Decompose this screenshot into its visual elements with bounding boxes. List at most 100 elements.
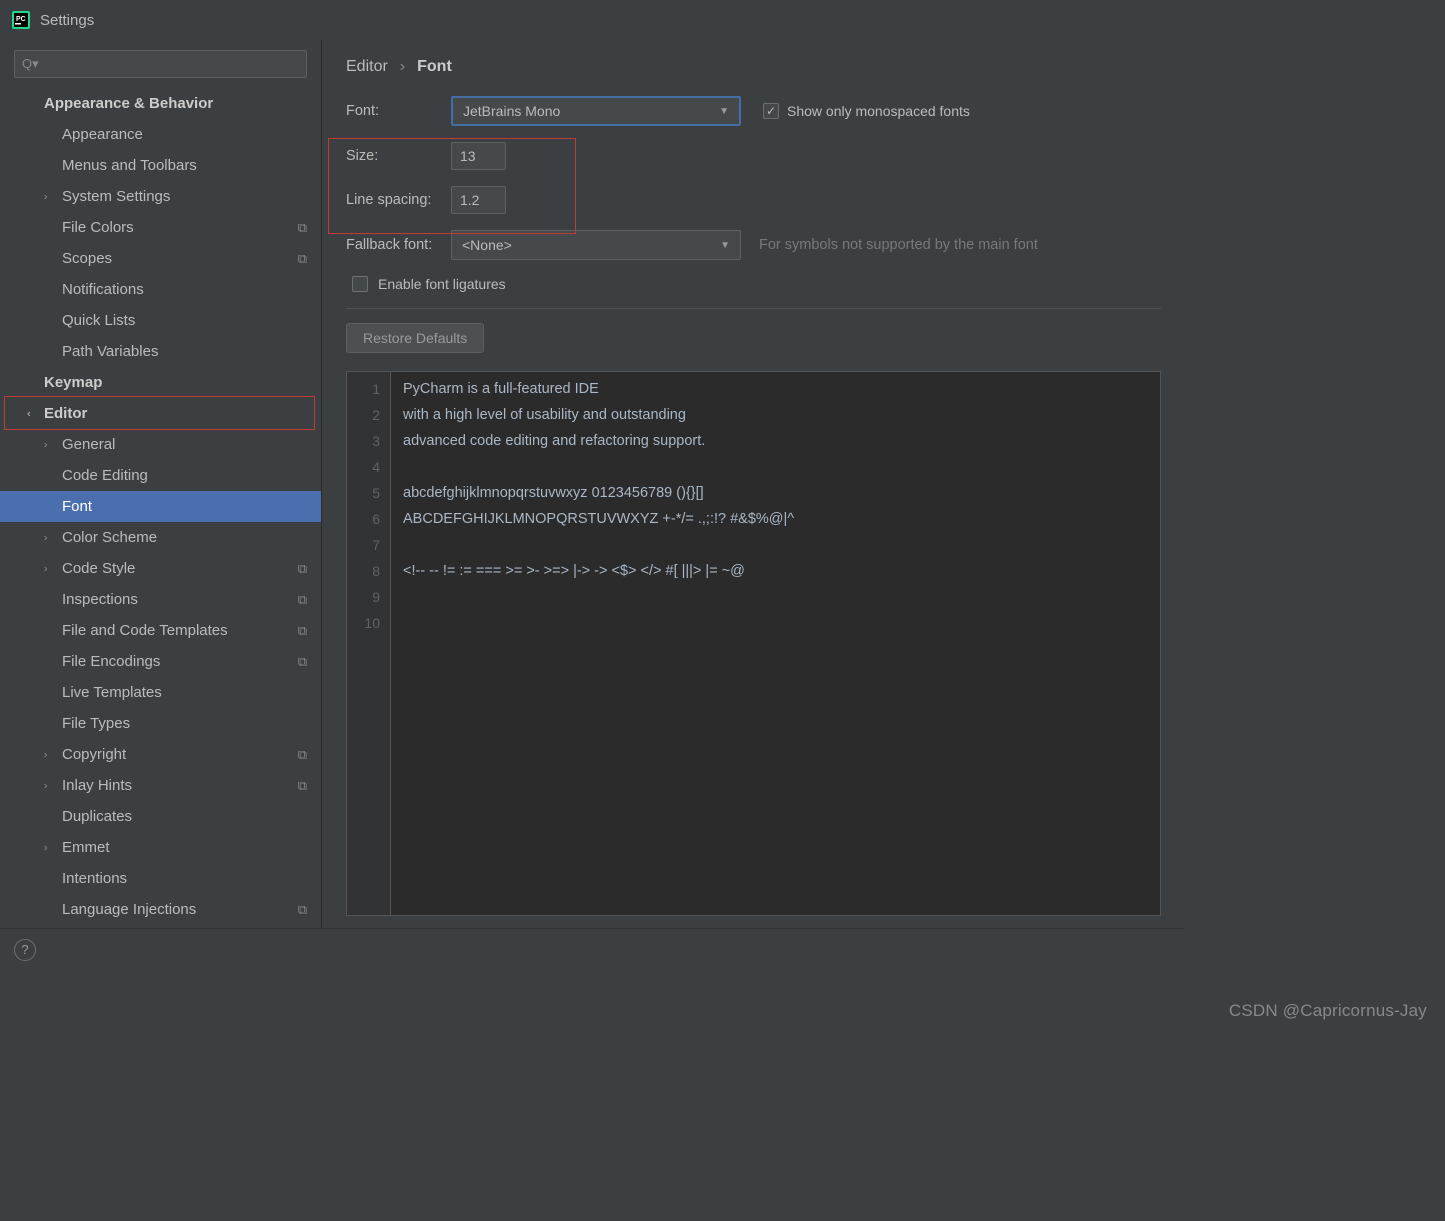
tree-item-notifications[interactable]: Notifications xyxy=(0,274,321,305)
search-input[interactable] xyxy=(14,50,307,78)
tree-item-appearance-behavior[interactable]: Appearance & Behavior xyxy=(0,88,321,119)
chevron-right-icon: › xyxy=(44,439,47,450)
tree-item-label: File and Code Templates xyxy=(62,622,228,639)
spacing-label: Line spacing: xyxy=(346,192,451,208)
tree-item-quick-lists[interactable]: Quick Lists xyxy=(0,305,321,336)
scope-icon: ⧉ xyxy=(298,220,307,236)
tree-item-file-colors[interactable]: File Colors⧉ xyxy=(0,212,321,243)
divider xyxy=(346,308,1161,309)
main-panel: Editor › Font Font: JetBrains Mono ▼ Sho… xyxy=(322,40,1185,928)
tree-item-file-types[interactable]: File Types xyxy=(0,708,321,739)
tree-item-intentions[interactable]: Intentions xyxy=(0,863,321,894)
tree-item-label: System Settings xyxy=(62,188,170,205)
tree-item-language-injections[interactable]: Language Injections⧉ xyxy=(0,894,321,925)
tree-item-label: Emmet xyxy=(62,839,110,856)
tree-item-code-editing[interactable]: Code Editing xyxy=(0,460,321,491)
breadcrumb-font: Font xyxy=(417,58,452,76)
tree-item-duplicates[interactable]: Duplicates xyxy=(0,801,321,832)
tree-item-label: Quick Lists xyxy=(62,312,135,329)
line-number: 9 xyxy=(347,584,390,610)
tree-item-editor[interactable]: ⌄ Editor xyxy=(0,398,321,429)
tree-item-system-settings[interactable]: › System Settings xyxy=(0,181,321,212)
font-label: Font: xyxy=(346,103,451,119)
line-number: 10 xyxy=(347,610,390,636)
titlebar: PC Settings xyxy=(0,0,1185,40)
settings-sidebar: Q▾ Appearance & Behavior AppearanceMenus … xyxy=(0,40,322,928)
tree-item-inlay-hints[interactable]: › Inlay Hints ⧉ xyxy=(0,770,321,801)
tree-item-code-style[interactable]: › Code Style ⧉ xyxy=(0,553,321,584)
pycharm-icon: PC xyxy=(12,11,30,29)
tree-item-keymap[interactable]: Keymap xyxy=(0,367,321,398)
line-number: 2 xyxy=(347,402,390,428)
chevron-right-icon: › xyxy=(44,563,47,574)
tree-item-label: Font xyxy=(62,498,92,515)
bottom-bar: ? xyxy=(0,928,1185,970)
font-dropdown[interactable]: JetBrains Mono ▼ xyxy=(451,96,741,126)
monospaced-checkbox[interactable] xyxy=(763,103,779,119)
fallback-dropdown[interactable]: <None> ▼ xyxy=(451,230,741,260)
chevron-right-icon: › xyxy=(44,842,47,853)
tree-item-label: Inlay Hints xyxy=(62,777,132,794)
tree-item-appearance[interactable]: Appearance xyxy=(0,119,321,150)
svg-text:PC: PC xyxy=(16,16,26,23)
scope-icon: ⧉ xyxy=(298,747,307,763)
spacing-input[interactable] xyxy=(451,186,506,214)
tree-item-label: Appearance & Behavior xyxy=(44,95,213,112)
tree-item-color-scheme[interactable]: ›Color Scheme xyxy=(0,522,321,553)
tree-item-label: Editor xyxy=(44,405,87,422)
tree-item-file-and-code-templates[interactable]: File and Code Templates ⧉ xyxy=(0,615,321,646)
tree-item-label: Keymap xyxy=(44,374,102,391)
tree-item-path-variables[interactable]: Path Variables xyxy=(0,336,321,367)
restore-defaults-button[interactable]: Restore Defaults xyxy=(346,323,484,353)
scope-icon: ⧉ xyxy=(298,623,307,639)
font-value: JetBrains Mono xyxy=(463,103,560,119)
tree-item-label: File Types xyxy=(62,715,130,732)
tree-item-label: Intentions xyxy=(62,870,127,887)
chevron-right-icon: › xyxy=(44,191,47,202)
tree-item-emmet[interactable]: › Emmet xyxy=(0,832,321,863)
tree-item-label: General xyxy=(62,436,115,453)
size-label: Size: xyxy=(346,148,451,164)
tree-item-font[interactable]: Font xyxy=(0,491,321,522)
tree-item-label: File Encodings xyxy=(62,653,160,670)
watermark: CSDN @Capricornus-Jay xyxy=(1229,1001,1427,1021)
chevron-right-icon: › xyxy=(400,58,405,76)
chevron-right-icon: › xyxy=(44,780,47,791)
tree-item-live-templates[interactable]: Live Templates xyxy=(0,677,321,708)
line-number: 1 xyxy=(347,376,390,402)
settings-tree[interactable]: Appearance & Behavior AppearanceMenus and… xyxy=(0,84,321,928)
tree-item-label: Notifications xyxy=(62,281,144,298)
breadcrumb-editor[interactable]: Editor xyxy=(346,58,388,76)
tree-item-file-encodings[interactable]: File Encodings ⧉ xyxy=(0,646,321,677)
chevron-right-icon: › xyxy=(44,749,47,760)
ligatures-checkbox[interactable] xyxy=(352,276,368,292)
tree-item-copyright[interactable]: ›Copyright⧉ xyxy=(0,739,321,770)
tree-item-general[interactable]: › General xyxy=(0,429,321,460)
editor-gutter: 12345678910 xyxy=(347,372,391,915)
scope-icon: ⧉ xyxy=(298,592,307,608)
tree-item-scopes[interactable]: Scopes⧉ xyxy=(0,243,321,274)
size-input[interactable] xyxy=(451,142,506,170)
scope-icon: ⧉ xyxy=(298,561,307,577)
ligatures-label: Enable font ligatures xyxy=(378,276,506,292)
tree-item-spelling[interactable]: Spelling⧉ xyxy=(0,925,321,928)
line-number: 6 xyxy=(347,506,390,532)
tree-item-label: Code Style xyxy=(62,560,135,577)
line-number: 7 xyxy=(347,532,390,558)
scope-icon: ⧉ xyxy=(298,778,307,794)
tree-item-label: Language Injections xyxy=(62,901,196,918)
tree-item-label: Scopes xyxy=(62,250,112,267)
line-number: 4 xyxy=(347,454,390,480)
search-icon: Q▾ xyxy=(22,56,39,72)
editor-code: PyCharm is a full-featured IDE with a hi… xyxy=(391,372,1160,915)
fallback-label: Fallback font: xyxy=(346,237,451,253)
font-form: Font: JetBrains Mono ▼ Show only monospa… xyxy=(346,96,1161,353)
help-icon[interactable]: ? xyxy=(14,939,36,961)
fallback-value: <None> xyxy=(462,237,512,253)
tree-item-label: Live Templates xyxy=(62,684,162,701)
scope-icon: ⧉ xyxy=(298,654,307,670)
window-title: Settings xyxy=(40,12,94,29)
tree-item-inspections[interactable]: Inspections⧉ xyxy=(0,584,321,615)
tree-item-menus-and-toolbars[interactable]: Menus and Toolbars xyxy=(0,150,321,181)
chevron-right-icon: ⌄ xyxy=(25,409,36,417)
